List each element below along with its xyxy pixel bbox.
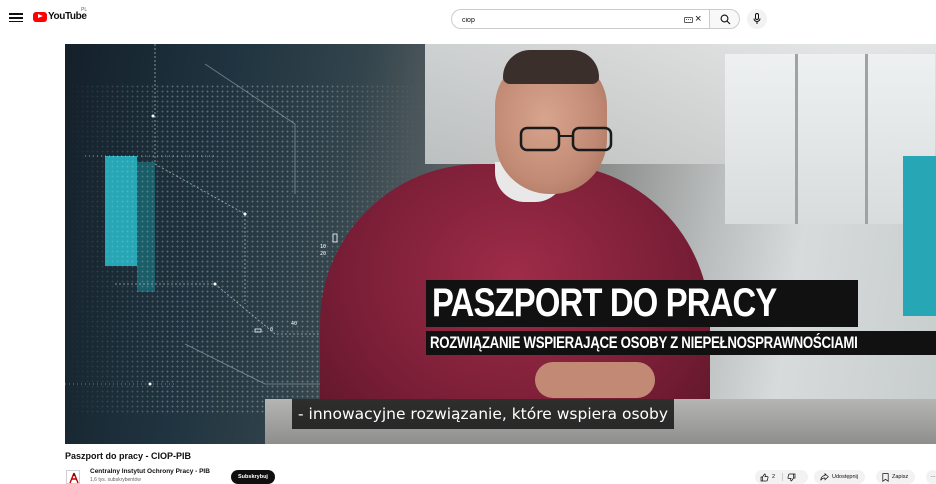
overlay-title-band: PASZPORT DO PRACY: [426, 280, 859, 327]
video-player[interactable]: 60 10 20 40 0 PASZPORT DO PRACY ROZWIĄZA…: [65, 44, 936, 444]
save-button[interactable]: Zapisz: [876, 470, 916, 484]
video-title: Paszport do pracy - CIOP-PIB: [65, 451, 192, 461]
thumbs-up-icon: [760, 473, 769, 481]
like-button[interactable]: 2: [760, 473, 775, 482]
closed-caption: - innowacyjne rozwiązanie, które wspiera…: [292, 399, 675, 429]
person-hair: [503, 50, 599, 84]
share-label: Udostępnij: [832, 474, 858, 480]
keyboard-icon[interactable]: [684, 17, 693, 23]
like-count: 2: [772, 474, 776, 480]
person-hands: [535, 362, 655, 398]
search-bar: ×: [451, 9, 740, 29]
microphone-icon: [753, 13, 761, 24]
clear-search-icon[interactable]: ×: [695, 13, 701, 25]
logo-country-code: PL: [81, 7, 88, 13]
like-divider: [782, 473, 783, 481]
bookmark-icon: [882, 472, 889, 482]
search-button[interactable]: [709, 9, 740, 29]
more-icon: ···: [930, 474, 936, 480]
hud-digit: 0: [270, 327, 274, 333]
youtube-play-icon: [33, 11, 47, 22]
channel-avatar[interactable]: [66, 470, 80, 484]
overlay-subtitle: ROZWIĄZANIE WSPIERAJĄCE OSOBY Z NIEPEŁNO…: [430, 333, 858, 352]
masthead: YouTube PL ×: [0, 0, 936, 40]
youtube-logo[interactable]: YouTube PL: [33, 7, 87, 22]
menu-icon[interactable]: [9, 11, 23, 25]
overlay-title: PASZPORT DO PRACY: [432, 281, 777, 325]
ciop-logo-icon: [69, 472, 79, 484]
search-box: ×: [451, 9, 709, 29]
person-glasses: [519, 126, 613, 152]
thumbs-down-icon: [787, 473, 796, 482]
hud-digit: 40: [291, 321, 298, 327]
save-label: Zapisz: [892, 474, 909, 480]
share-button[interactable]: Udostępnij: [814, 470, 865, 484]
caption-text: - innowacyjne rozwiązanie, które wspiera…: [298, 405, 669, 423]
subscriber-count: 1,6 tys. subskrybentów: [90, 477, 141, 483]
share-icon: [820, 473, 829, 481]
dislike-button[interactable]: [787, 473, 799, 484]
more-actions-button[interactable]: ···: [926, 470, 936, 484]
subscribe-button[interactable]: Subskrybuj: [231, 470, 275, 484]
teal-graphic-right: [903, 156, 936, 316]
hud-digit: 10: [320, 244, 327, 250]
voice-search-button[interactable]: [747, 9, 767, 29]
search-input[interactable]: [462, 15, 662, 25]
like-dislike-group: 2: [755, 470, 808, 484]
overlay-subtitle-band: ROZWIĄZANIE WSPIERAJĄCE OSOBY Z NIEPEŁNO…: [426, 331, 936, 355]
hud-digit: 20: [320, 251, 327, 257]
search-icon: [720, 14, 731, 25]
channel-name[interactable]: Centralny Instytut Ochrony Pracy - PIB: [90, 468, 210, 475]
